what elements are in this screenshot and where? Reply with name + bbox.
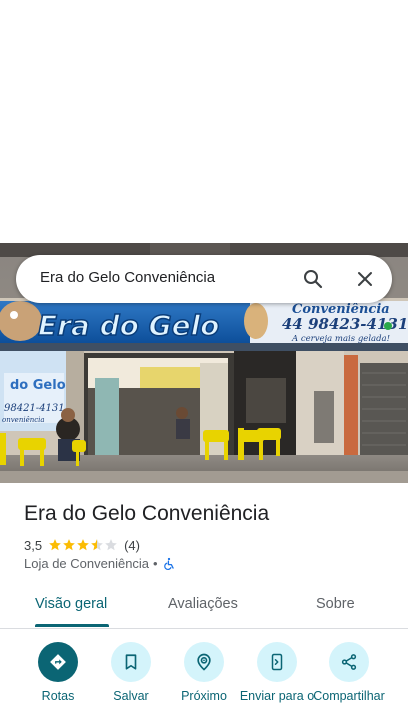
left-sign-text: do Gelo	[10, 378, 66, 393]
search-input[interactable]: Era do Gelo Conveniência	[40, 269, 215, 286]
left-sign-small: onveniência	[2, 416, 45, 424]
category-row: Loja de Conveniência •	[24, 556, 176, 571]
wheelchair-icon	[163, 557, 174, 570]
share-button-circle[interactable]	[329, 642, 369, 682]
bookmark-icon	[125, 654, 137, 670]
nearby-button[interactable]: Próximo	[164, 640, 244, 704]
directions-button[interactable]: Rotas	[18, 640, 98, 704]
separator-dot: •	[153, 556, 158, 571]
send-to-phone-button-circle[interactable]	[257, 642, 297, 682]
directions-button-circle[interactable]	[38, 642, 78, 682]
rating-value: 3,5	[24, 537, 43, 553]
send-to-phone-label: Enviar para o	[239, 689, 315, 703]
share-icon	[341, 654, 357, 670]
star-full-icon	[49, 539, 61, 551]
send-to-phone-button[interactable]: Enviar para o	[237, 640, 317, 704]
place-category: Loja de Conveniência	[24, 556, 150, 571]
search-icon[interactable]	[301, 267, 325, 291]
close-icon[interactable]	[353, 267, 377, 291]
star-full-icon	[63, 539, 75, 551]
review-count: (4)	[124, 537, 140, 553]
send-to-phone-icon	[271, 653, 283, 671]
place-name: Era do Gelo Conveniência	[24, 502, 270, 525]
nearby-label: Próximo	[181, 689, 227, 703]
left-sign-phone: 98421-4131	[4, 403, 65, 414]
search-bar[interactable]: Era do Gelo Conveniência	[16, 255, 392, 303]
sign-slogan-text: A cerveja mais gelada!	[291, 334, 390, 344]
star-empty-icon	[105, 539, 117, 551]
tab-indicator	[35, 624, 109, 627]
share-button[interactable]: Compartilhar	[309, 640, 389, 704]
sign-name-text: Era do Gelo	[38, 309, 219, 342]
star-rating	[48, 538, 118, 552]
nearby-button-circle[interactable]	[184, 642, 224, 682]
action-bar: Rotas Salvar Próximo Enviar para o Compa…	[0, 640, 408, 726]
share-label: Compartilhar	[313, 689, 385, 703]
tab-about[interactable]: Sobre	[316, 596, 355, 612]
star-full-icon	[77, 539, 89, 551]
nearby-icon	[197, 653, 211, 671]
tab-overview[interactable]: Visão geral	[35, 596, 107, 612]
directions-label: Rotas	[41, 689, 75, 703]
save-button[interactable]: Salvar	[91, 640, 171, 704]
star-half-icon	[91, 539, 103, 551]
save-button-circle[interactable]	[111, 642, 151, 682]
save-label: Salvar	[113, 689, 149, 703]
rating-row[interactable]: 3,5 (4)	[24, 536, 140, 554]
tab-reviews[interactable]: Avaliações	[168, 596, 238, 612]
directions-icon	[50, 654, 66, 670]
place-tabs: Visão geral Avaliações Sobre	[0, 584, 408, 629]
